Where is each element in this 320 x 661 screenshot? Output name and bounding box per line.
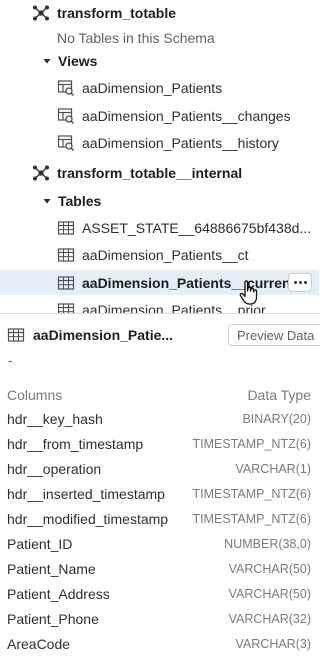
empty-schema-message: No Tables in this Schema (0, 25, 319, 50)
column-name: hdr__inserted_timestamp (7, 486, 165, 502)
data-type-header-label: Data Type (247, 387, 311, 403)
object-tree: transform_totable No Tables in this Sche… (0, 0, 319, 313)
table-item[interactable]: aaDimension_Patients__ct (0, 242, 319, 267)
caret-down-icon[interactable] (42, 196, 52, 206)
caret-down-icon[interactable] (42, 56, 52, 66)
column-name: Patient_Name (7, 561, 96, 577)
schema-icon (32, 164, 50, 182)
table-name: ASSET_STATE__64886675bf438d... (82, 219, 312, 236)
view-name: aaDimension_Patients__history (82, 134, 279, 151)
empty-schema-text: No Tables in this Schema (57, 29, 215, 46)
column-row: Patient_Address VARCHAR(50) (0, 583, 319, 608)
column-type: VARCHAR(1) (235, 462, 311, 476)
more-options-button[interactable] (288, 273, 312, 292)
schema-icon (32, 4, 50, 22)
table-item[interactable]: aaDimension_Patients__prior (0, 297, 319, 313)
table-description: - (8, 352, 13, 368)
column-row: hdr__key_hash BINARY(20) (0, 408, 319, 433)
columns-header-label: Columns (7, 387, 63, 403)
schema-item-transform-totable[interactable]: transform_totable (0, 0, 319, 25)
table-item-selected[interactable]: aaDimension_Patients__current (0, 270, 319, 295)
hand-cursor-icon (238, 279, 262, 307)
table-icon (7, 326, 25, 344)
column-type: VARCHAR(50) (228, 562, 311, 576)
column-type: TIMESTAMP_NTZ(6) (192, 487, 311, 501)
view-item[interactable]: aaDimension_Patients__history (0, 130, 319, 155)
column-name: Patient_Phone (7, 611, 99, 627)
column-type: TIMESTAMP_NTZ(6) (192, 437, 311, 451)
detail-header: aaDimension_Patie... Preview Data (0, 322, 320, 348)
panel-divider[interactable] (0, 313, 319, 314)
view-icon (57, 79, 75, 97)
table-icon (57, 301, 75, 313)
tables-folder-label: Tables (58, 192, 102, 209)
schema-name: transform_totable (57, 4, 177, 21)
column-name: Patient_ID (7, 536, 73, 552)
column-row: AreaCode VARCHAR(3) (0, 633, 319, 658)
column-row: hdr__modified_timestamp TIMESTAMP_NTZ(6) (0, 508, 319, 533)
column-type: VARCHAR(3) (235, 637, 311, 651)
view-name: aaDimension_Patients__changes (82, 107, 291, 124)
column-type: BINARY(20) (242, 412, 311, 426)
column-type: VARCHAR(32) (228, 612, 311, 626)
columns-header: Columns Data Type (0, 385, 319, 405)
column-type: NUMBER(38,0) (224, 537, 311, 551)
column-name: hdr__operation (7, 461, 102, 477)
view-name: aaDimension_Patients (82, 79, 223, 96)
column-row: hdr__operation VARCHAR(1) (0, 458, 319, 483)
detail-title: aaDimension_Patie... (33, 327, 174, 343)
table-icon (57, 274, 75, 292)
column-row: Patient_Name VARCHAR(50) (0, 558, 319, 583)
view-icon (57, 134, 75, 152)
column-name: hdr__from_timestamp (7, 436, 144, 452)
views-folder-label: Views (58, 52, 98, 69)
view-icon (57, 107, 75, 125)
view-item[interactable]: aaDimension_Patients (0, 75, 319, 100)
table-item[interactable]: ASSET_STATE__64886675bf438d... (0, 215, 319, 240)
more-icon (293, 281, 297, 284)
tables-folder[interactable]: Tables (0, 188, 319, 213)
column-type: TIMESTAMP_NTZ(6) (192, 512, 311, 526)
view-item[interactable]: aaDimension_Patients__changes (0, 103, 319, 128)
column-row: hdr__inserted_timestamp TIMESTAMP_NTZ(6) (0, 483, 319, 508)
column-row: hdr__from_timestamp TIMESTAMP_NTZ(6) (0, 433, 319, 458)
column-row: Patient_ID NUMBER(38,0) (0, 533, 319, 558)
table-name: aaDimension_Patients__ct (82, 246, 249, 263)
column-row: Patient_Phone VARCHAR(32) (0, 608, 319, 633)
column-name: hdr__modified_timestamp (7, 511, 169, 527)
column-name: AreaCode (7, 636, 71, 652)
column-name: Patient_Address (7, 586, 110, 602)
table-icon (57, 219, 75, 237)
schema-name: transform_totable__internal (57, 164, 243, 181)
schema-item-transform-totable-internal[interactable]: transform_totable__internal (0, 160, 319, 185)
column-type: VARCHAR(50) (228, 587, 311, 601)
preview-data-button[interactable]: Preview Data (228, 324, 320, 346)
table-icon (57, 246, 75, 264)
column-name: hdr__key_hash (7, 411, 103, 427)
views-folder[interactable]: Views (0, 48, 319, 73)
